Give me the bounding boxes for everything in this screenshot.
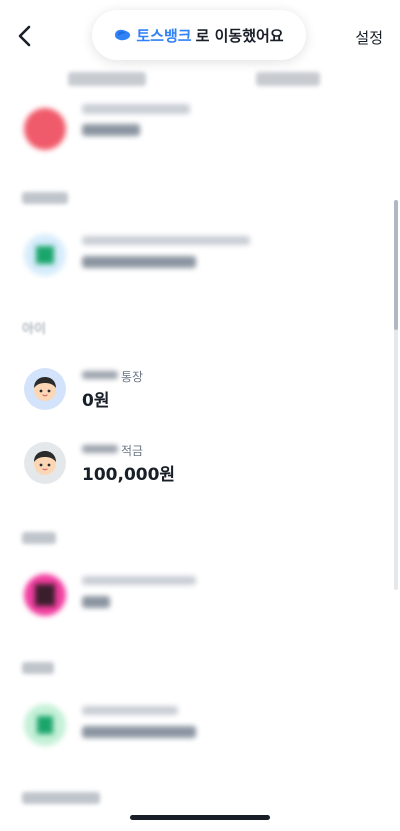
blurred-title [82, 104, 190, 114]
blurred-section-label [22, 662, 54, 674]
kid-face-icon [34, 377, 56, 401]
account-row-blurred-4[interactable] [0, 696, 400, 756]
blurred-section-label [22, 192, 68, 204]
account-row-savings[interactable]: 적금 100,000원 [0, 434, 400, 494]
account-balance: 100,000원 [82, 465, 176, 485]
blurred-amount [82, 124, 140, 136]
blurred-subheader-left [68, 72, 146, 86]
blurred-title [82, 236, 250, 245]
account-balance: 0원 [82, 391, 110, 411]
kid-avatar [24, 442, 66, 484]
blurred-owner-name [82, 445, 118, 453]
blurred-title [82, 706, 178, 715]
location-toast: 토스뱅크 로 이동했어요 [92, 10, 306, 60]
account-icon [24, 234, 66, 276]
back-button[interactable] [14, 20, 38, 52]
toast-message: 로 이동했어요 [195, 26, 284, 45]
kid-avatar [24, 368, 66, 410]
account-icon [24, 704, 66, 746]
account-row-blurred-2[interactable] [0, 226, 400, 286]
toss-logo-icon [115, 29, 131, 41]
section-label-kids: 아이 [22, 322, 46, 337]
blurred-title [82, 576, 196, 585]
account-type: 적금 [121, 444, 144, 458]
account-row-blurred-3[interactable] [0, 566, 400, 626]
chevron-left-icon [18, 25, 31, 47]
settings-button[interactable]: 설정 [355, 27, 383, 48]
account-row-passbook[interactable]: 통장 0원 [0, 360, 400, 420]
blurred-section-label [22, 792, 100, 804]
kid-face-icon [34, 451, 56, 475]
blurred-owner-name [82, 371, 118, 379]
account-icon [24, 108, 66, 150]
blurred-section-label [22, 532, 56, 544]
toast-brand: 토스뱅크 [136, 26, 192, 45]
blurred-amount [82, 596, 110, 608]
account-type: 통장 [121, 370, 144, 384]
blurred-amount [82, 726, 196, 738]
home-indicator[interactable] [130, 815, 270, 820]
top-bar: 토스뱅크 로 이동했어요 설정 [0, 0, 400, 72]
account-row-blurred-1[interactable] [0, 100, 400, 160]
account-icon [24, 574, 66, 616]
blurred-amount [82, 256, 196, 268]
scrollbar-thumb[interactable] [394, 200, 398, 330]
blurred-subheader-right [256, 72, 320, 86]
